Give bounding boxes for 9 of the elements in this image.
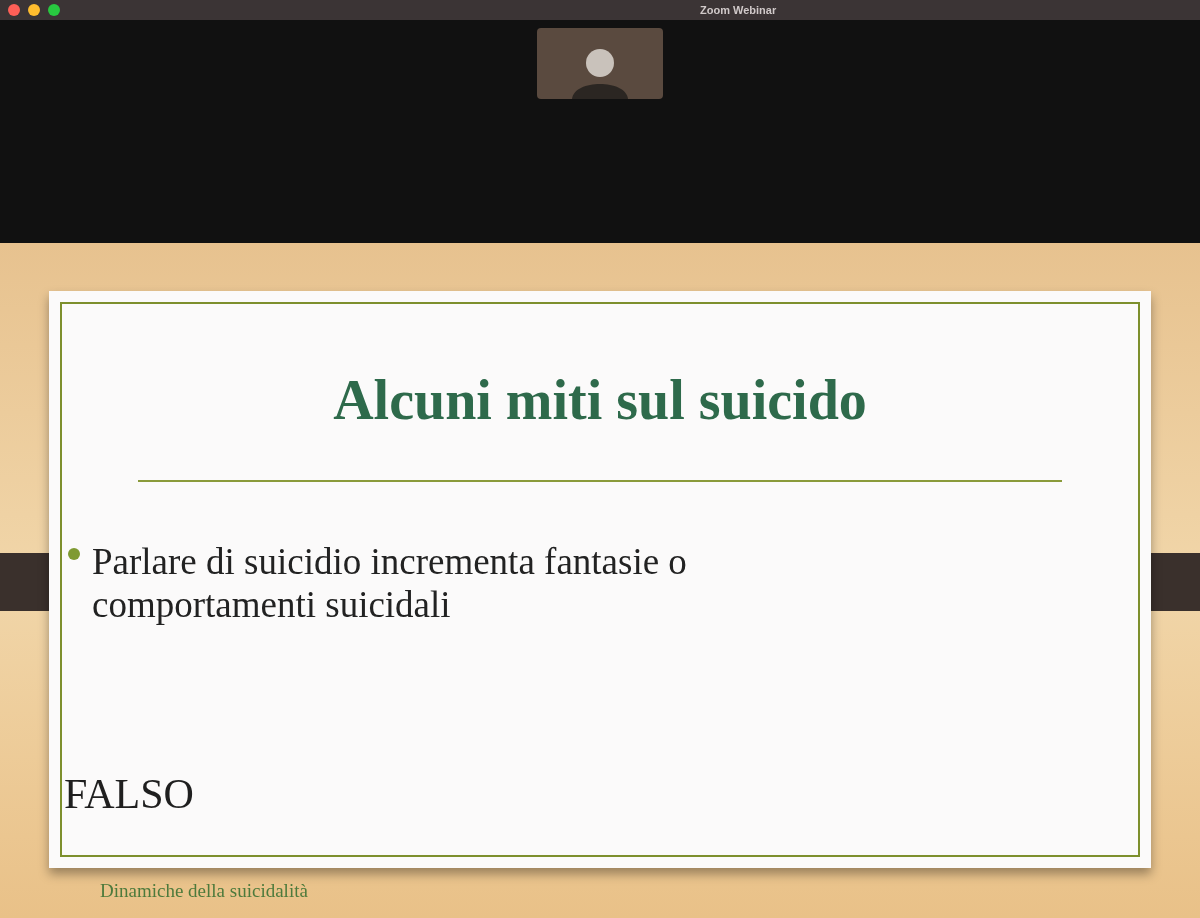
bullet-text: Parlare di suicidio incrementa fantasie o comportamenti suicidali: [92, 540, 688, 626]
minimize-icon[interactable]: [28, 4, 40, 16]
maximize-icon[interactable]: [48, 4, 60, 16]
bullet-icon: [68, 548, 80, 560]
close-icon[interactable]: [8, 4, 20, 16]
window-title: Zoom Webinar: [700, 3, 777, 18]
slide-title: Alcuni miti sul suicido: [333, 368, 867, 432]
slide-footer: Dinamiche della suicidalità: [100, 877, 308, 906]
answer-text: FALSO: [64, 771, 194, 817]
